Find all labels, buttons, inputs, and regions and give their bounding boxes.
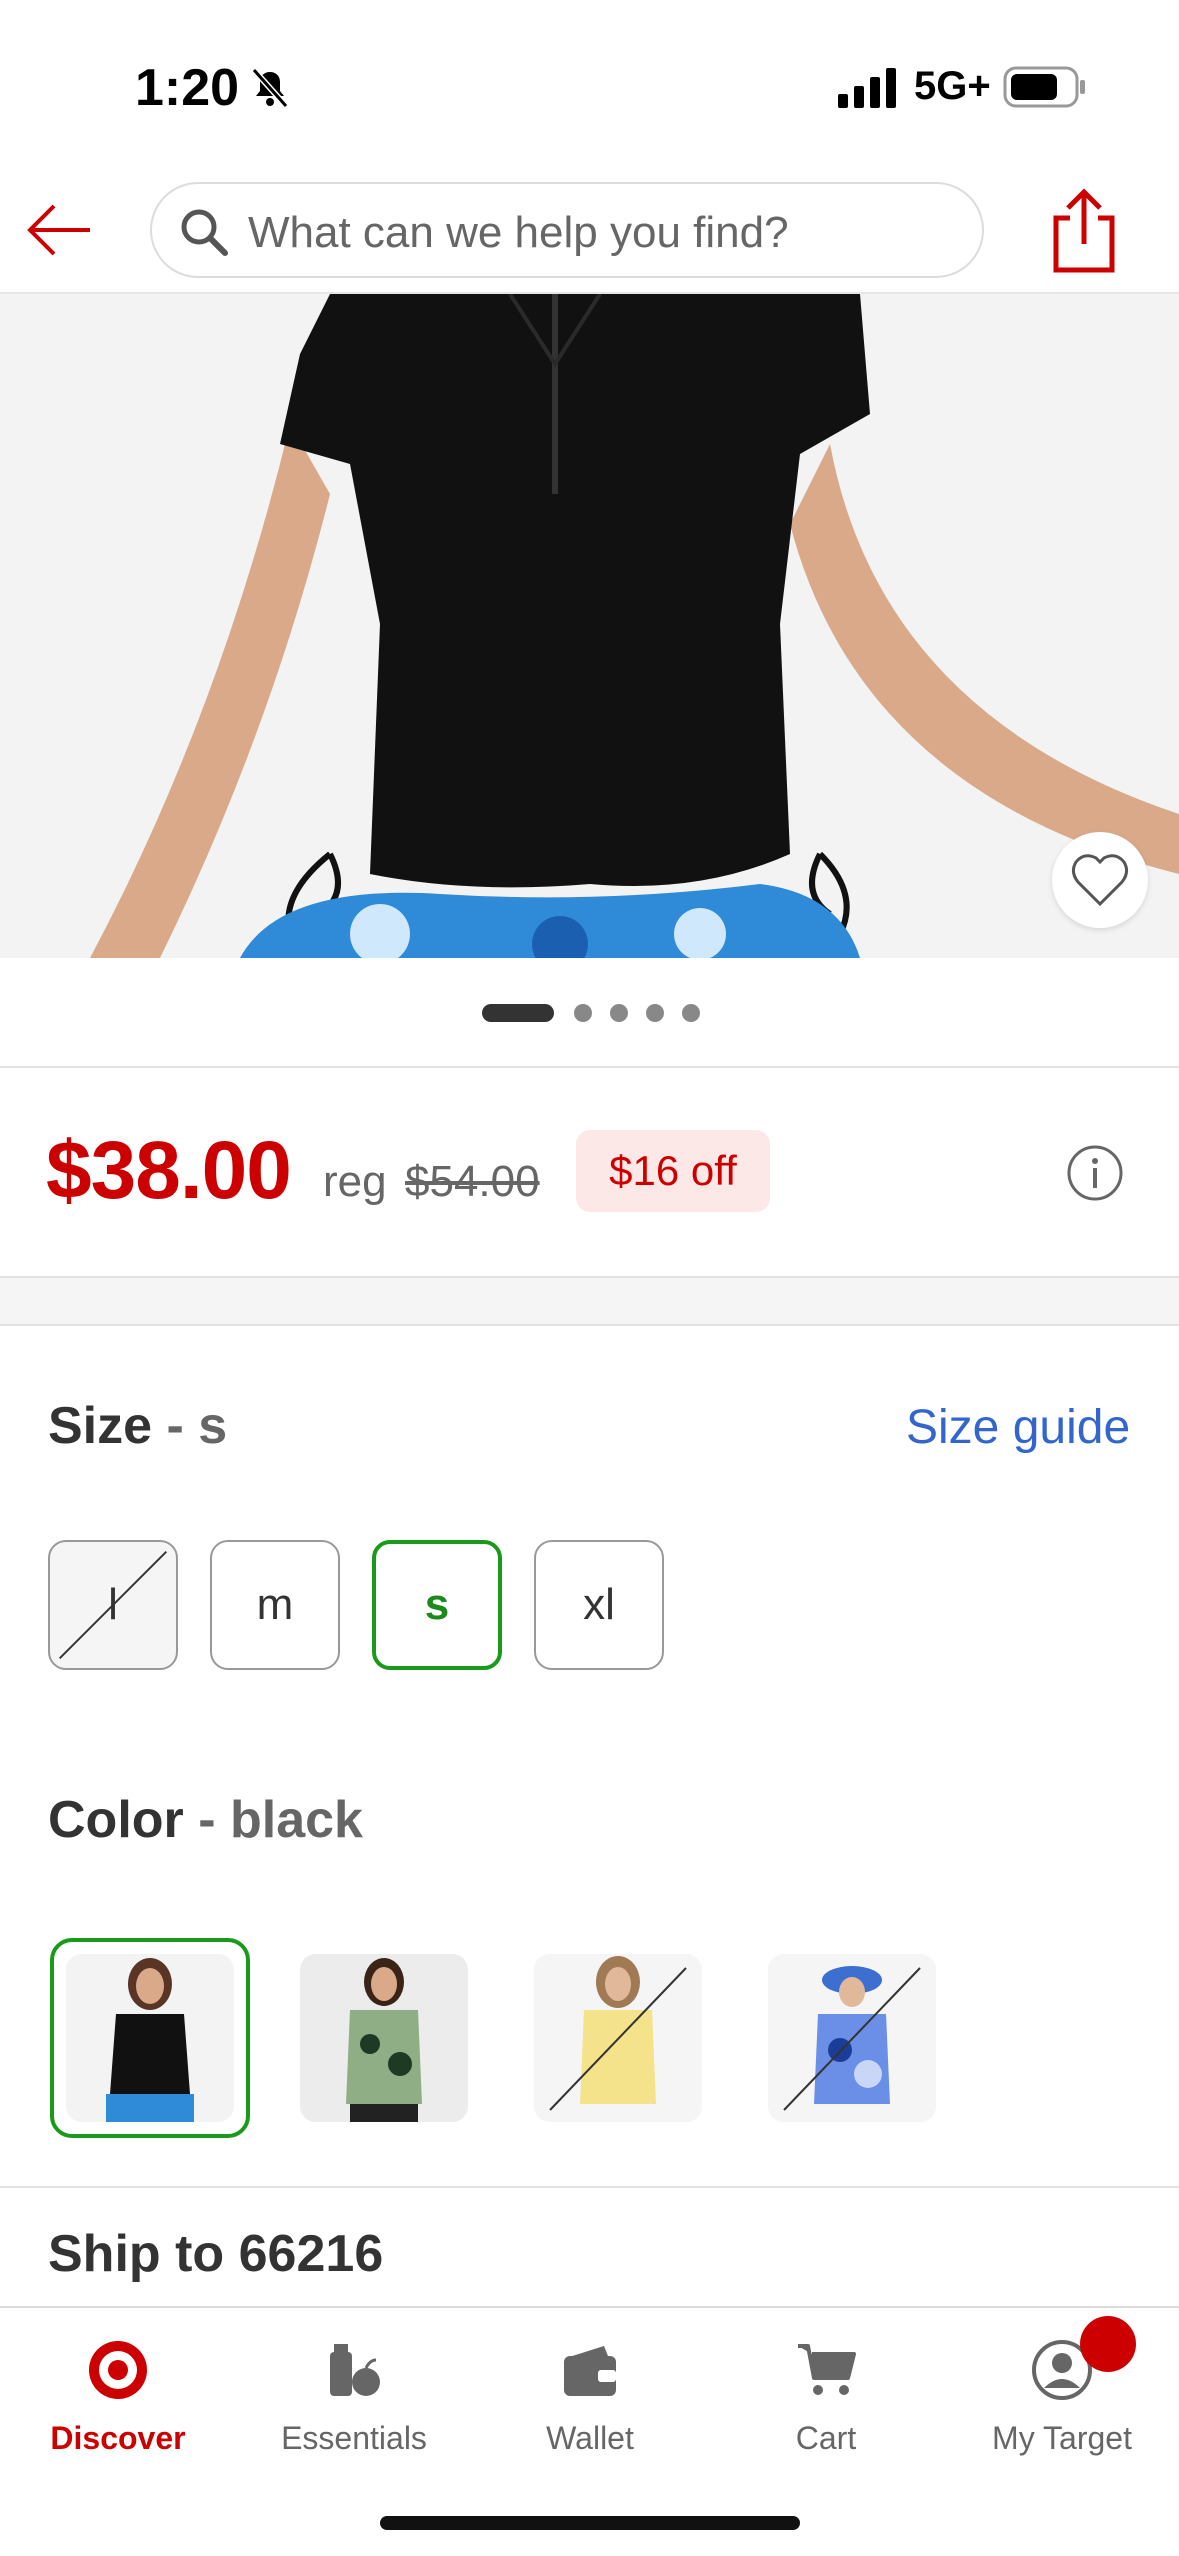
search-input[interactable]: What can we help you find?: [150, 182, 984, 278]
swatch-image: [300, 1954, 468, 2122]
size-separator: -: [152, 1397, 199, 1455]
color-swatch-black[interactable]: [66, 1954, 234, 2122]
divider: [0, 2186, 1179, 2188]
nav-label: My Target: [992, 2420, 1132, 2456]
essentials-icon: [330, 2344, 380, 2396]
cellular-signal-icon: [838, 68, 896, 108]
current-price: $38.00: [46, 1125, 292, 1216]
top-header: What can we help you find?: [0, 170, 1179, 294]
heart-icon: [1071, 854, 1129, 907]
home-indicator[interactable]: [380, 2516, 800, 2530]
nav-label: Discover: [50, 2420, 186, 2456]
color-selected-value: black: [229, 1791, 363, 1849]
nav-essentials[interactable]: Essentials: [236, 2308, 472, 2508]
color-swatch-blue-floral[interactable]: [768, 1954, 936, 2122]
search-icon: [181, 209, 228, 256]
size-heading: Size - s: [48, 1396, 227, 1456]
swatch-image: [66, 1954, 234, 2122]
nav-my-target[interactable]: My Target: [944, 2308, 1179, 2508]
nav-wallet[interactable]: Wallet: [472, 2308, 708, 2508]
status-bar: 1:20 5G+: [0, 0, 1179, 170]
product-image[interactable]: [0, 294, 1179, 958]
size-guide-link[interactable]: Size guide: [906, 1400, 1130, 1455]
favorite-button[interactable]: [1052, 832, 1148, 928]
size-option-xl[interactable]: xl: [534, 1540, 664, 1670]
search-placeholder: What can we help you find?: [248, 208, 789, 257]
product-photo-black-top: [0, 294, 1179, 958]
nav-label: Essentials: [281, 2420, 427, 2456]
size-option-label: xl: [583, 1580, 615, 1629]
color-heading: Color - black: [48, 1790, 363, 1850]
pager-dot[interactable]: [574, 1004, 592, 1022]
network-type: 5G+: [914, 64, 991, 108]
unavailable-slash: [59, 1551, 167, 1659]
info-icon[interactable]: [1066, 1144, 1124, 1202]
nav-label: Cart: [795, 2420, 857, 2456]
wallet-icon: [564, 2346, 616, 2396]
image-pager[interactable]: [0, 1000, 1179, 1026]
cart-icon: [798, 2344, 856, 2395]
size-option-m[interactable]: m: [210, 1540, 340, 1670]
pager-dot[interactable]: [682, 1004, 700, 1022]
color-separator: -: [183, 1791, 230, 1849]
share-icon[interactable]: [1046, 186, 1122, 274]
back-arrow-icon[interactable]: [24, 194, 96, 266]
swatch-image: [768, 1954, 936, 2122]
nav-cart[interactable]: Cart: [708, 2308, 944, 2508]
pager-dot[interactable]: [646, 1004, 664, 1022]
color-label: Color: [48, 1791, 184, 1849]
size-selected-value: s: [198, 1397, 228, 1455]
size-label: Size: [48, 1397, 153, 1455]
target-bullseye-icon: [89, 2341, 147, 2399]
section-separator: [0, 1276, 1179, 1326]
size-option-s[interactable]: s: [372, 1540, 502, 1670]
color-swatch-green-floral[interactable]: [300, 1954, 468, 2122]
nav-label: Wallet: [546, 2420, 634, 2456]
ship-to-heading: Ship to 66216: [48, 2225, 384, 2283]
nav-discover[interactable]: Discover: [0, 2308, 236, 2508]
size-option-label: s: [424, 1580, 450, 1629]
battery-icon: [1003, 66, 1085, 108]
regular-price: $54.00: [405, 1157, 540, 1206]
swatch-image: [534, 1954, 702, 2122]
pager-dot[interactable]: [610, 1004, 628, 1022]
status-time: 1:20: [135, 59, 240, 117]
bell-slash-icon: [251, 68, 289, 108]
size-option-label: m: [256, 1580, 294, 1629]
discount-badge: $16 off: [576, 1130, 770, 1212]
notification-badge: [1080, 2316, 1136, 2372]
divider: [0, 1066, 1179, 1068]
size-option-l[interactable]: l: [48, 1540, 178, 1670]
pager-dot-active[interactable]: [482, 1004, 554, 1022]
regular-price-label: reg: [323, 1157, 387, 1206]
color-swatch-yellow[interactable]: [534, 1954, 702, 2122]
